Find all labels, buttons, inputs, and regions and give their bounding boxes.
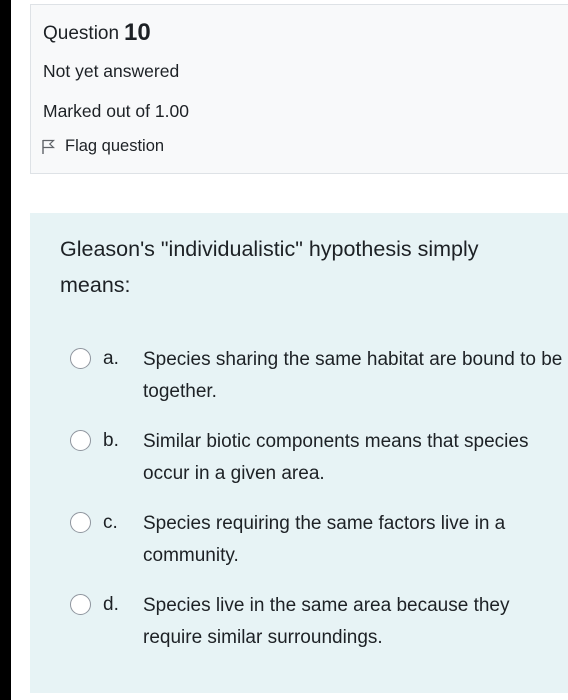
radio-button[interactable] (70, 594, 91, 615)
radio-button[interactable] (70, 348, 91, 369)
option-text: Similar biotic components means that spe… (143, 431, 529, 484)
option-text: Species requiring the same factors live … (143, 513, 506, 566)
question-grade: Marked out of 1.00 (43, 101, 189, 121)
option-letter: d. (103, 594, 119, 615)
option-text: Species live in the same area because th… (143, 595, 510, 648)
answer-option-d[interactable]: d. Species live in the same area because… (68, 590, 568, 656)
question-number-value: 10 (124, 19, 151, 46)
answer-option-b[interactable]: b. Similar biotic components means that … (68, 426, 568, 492)
question-info-panel: Question 10 Not yet answered Marked out o… (30, 4, 568, 174)
radio-button[interactable] (70, 512, 91, 533)
question-number: Question 10 (43, 19, 151, 47)
answer-option-a[interactable]: a. Species sharing the same habitat are … (68, 344, 568, 410)
question-state: Not yet answered (43, 61, 180, 81)
radio-button[interactable] (70, 430, 91, 451)
option-letter: c. (103, 512, 118, 533)
question-label: Question (43, 23, 120, 44)
option-text: Species sharing the same habitat are bou… (143, 349, 563, 402)
flag-question-label: Flag question (65, 137, 165, 155)
question-text: Gleason's "individualistic" hypothesis s… (60, 237, 479, 297)
answer-option-c[interactable]: c. Species requiring the same factors li… (68, 508, 568, 574)
question-formulation: Gleason's "individualistic" hypothesis s… (30, 213, 568, 693)
left-edge-bar (0, 0, 11, 700)
option-letter: a. (103, 348, 119, 369)
flag-question-link[interactable]: Flag question (41, 137, 164, 156)
flag-icon (41, 139, 56, 155)
option-letter: b. (103, 430, 119, 451)
